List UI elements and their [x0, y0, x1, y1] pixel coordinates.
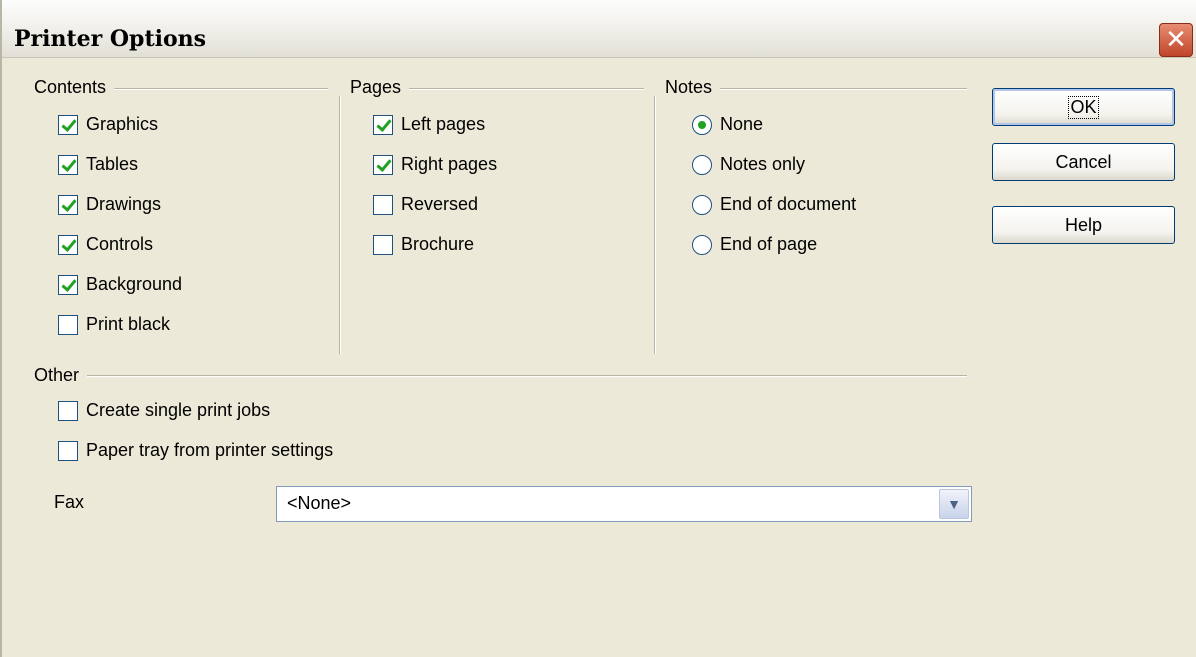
chevron-down-icon[interactable]: ▼ — [939, 489, 969, 519]
pages-notes-separator — [654, 96, 656, 354]
checkbox-label: Paper tray from printer settings — [86, 440, 334, 460]
radio-label: End of page — [720, 234, 818, 254]
checkbox-tables[interactable]: Tables — [58, 154, 138, 175]
checkbox-box[interactable] — [58, 440, 78, 461]
title-bar[interactable]: Printer Options ✕ — [2, 0, 1196, 58]
checkbox-label: Controls — [86, 234, 154, 254]
checkbox-label: Create single print jobs — [86, 400, 271, 420]
printer-options-dialog: Printer Options ✕ Contents Graphics Tabl… — [0, 0, 1196, 657]
help-button[interactable]: Help — [992, 206, 1175, 244]
pages-group-label: Pages — [350, 77, 410, 98]
radio-end-of-page[interactable]: End of page — [692, 234, 817, 255]
cancel-button-label: Cancel — [1055, 151, 1112, 172]
checkbox-box[interactable] — [373, 154, 393, 175]
checkbox-background[interactable]: Background — [58, 274, 182, 295]
checkbox-graphics[interactable]: Graphics — [58, 114, 158, 135]
checkbox-label: Drawings — [86, 194, 162, 214]
ok-button-label: OK — [1068, 95, 1099, 119]
radio-circle[interactable] — [692, 114, 712, 135]
radio-notes-only[interactable]: Notes only — [692, 154, 805, 175]
contents-pages-separator — [339, 96, 341, 354]
dialog-title: Printer Options — [14, 26, 207, 52]
checkbox-label: Print black — [86, 314, 171, 334]
other-group-label: Other — [34, 365, 88, 386]
radio-circle[interactable] — [692, 154, 712, 175]
checkbox-box[interactable] — [373, 194, 393, 215]
cancel-button[interactable]: Cancel — [992, 143, 1175, 181]
chevron-down-glyph: ▼ — [947, 496, 961, 512]
radio-circle[interactable] — [692, 234, 712, 255]
checkbox-controls[interactable]: Controls — [58, 234, 153, 255]
checkbox-box[interactable] — [58, 400, 78, 421]
fax-dropdown-value: <None> — [287, 493, 352, 513]
checkbox-brochure[interactable]: Brochure — [373, 234, 474, 255]
checkbox-print-black[interactable]: Print black — [58, 314, 170, 335]
contents-group-label: Contents — [34, 77, 115, 98]
checkbox-label: Right pages — [401, 154, 498, 174]
checkbox-box[interactable] — [58, 234, 78, 255]
radio-label: Notes only — [720, 154, 806, 174]
checkbox-label: Background — [86, 274, 183, 294]
checkbox-label: Reversed — [401, 194, 479, 214]
checkbox-box[interactable] — [58, 194, 78, 215]
checkbox-right-pages[interactable]: Right pages — [373, 154, 497, 175]
checkbox-label: Tables — [86, 154, 139, 174]
checkbox-box[interactable] — [58, 274, 78, 295]
checkbox-create-single-print-jobs[interactable]: Create single print jobs — [58, 400, 270, 421]
radio-label: End of document — [720, 194, 857, 214]
checkbox-label: Graphics — [86, 114, 159, 134]
checkbox-box[interactable] — [58, 314, 78, 335]
radio-end-of-document[interactable]: End of document — [692, 194, 856, 215]
checkbox-left-pages[interactable]: Left pages — [373, 114, 485, 135]
checkbox-paper-tray[interactable]: Paper tray from printer settings — [58, 440, 333, 461]
fax-label: Fax — [54, 492, 85, 512]
radio-none[interactable]: None — [692, 114, 763, 135]
other-divider — [36, 375, 967, 377]
close-button[interactable]: ✕ — [1159, 23, 1193, 57]
checkbox-box[interactable] — [373, 114, 393, 135]
checkbox-label: Left pages — [401, 114, 486, 134]
radio-label: None — [720, 114, 764, 134]
checkbox-box[interactable] — [58, 154, 78, 175]
checkbox-box[interactable] — [58, 114, 78, 135]
checkbox-reversed[interactable]: Reversed — [373, 194, 478, 215]
notes-group-label: Notes — [665, 77, 721, 98]
checkbox-drawings[interactable]: Drawings — [58, 194, 161, 215]
radio-circle[interactable] — [692, 194, 712, 215]
ok-button[interactable]: OK — [992, 88, 1175, 126]
help-button-label: Help — [1064, 214, 1103, 235]
fax-dropdown[interactable]: <None> ▼ — [276, 486, 972, 522]
checkbox-label: Brochure — [401, 234, 475, 254]
close-icon: ✕ — [1165, 25, 1187, 55]
checkbox-box[interactable] — [373, 234, 393, 255]
